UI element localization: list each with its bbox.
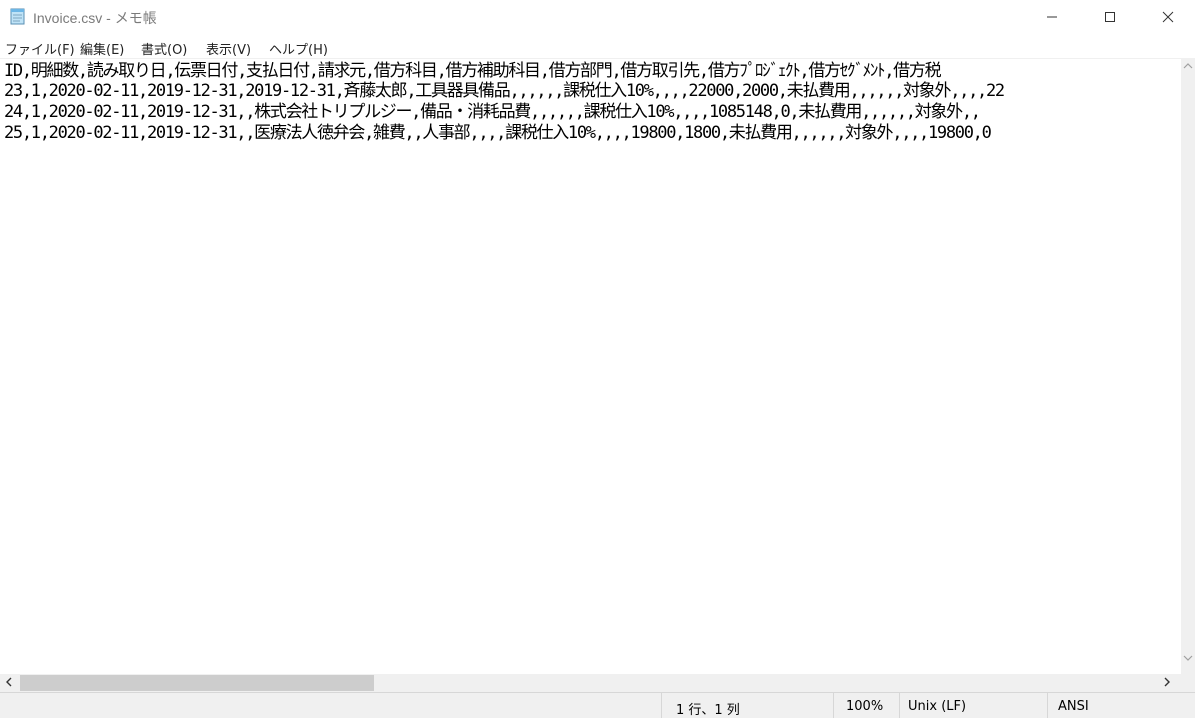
status-encoding: ANSI (1047, 693, 1195, 718)
vertical-scrollbar[interactable] (1181, 58, 1195, 674)
menu-help[interactable]: ヘルプ(H) (269, 39, 328, 58)
minimize-button[interactable] (1023, 0, 1081, 34)
horizontal-scrollbar[interactable] (0, 674, 1181, 692)
window-title: Invoice.csv - メモ帳 (33, 10, 157, 26)
status-bar: 1 行、1 列 100% Unix (LF) ANSI (0, 692, 1195, 718)
text-line-3[interactable]: 24,1,2020-02-11,2019-12-31,,株式会社トリプルジー,備… (4, 101, 981, 123)
status-zoom: 100% (833, 693, 900, 718)
status-position-text: 1 行、1 列 (676, 703, 740, 718)
status-encoding-text: ANSI (1058, 699, 1089, 714)
scroll-left-icon[interactable] (4, 675, 14, 693)
menu-format[interactable]: 書式(O) (141, 39, 187, 58)
close-icon (1162, 11, 1174, 23)
scrollbar-corner (1181, 674, 1195, 692)
text-editor[interactable]: ID,明細数,読み取り日,伝票日付,支払日付,請求元,借方科目,借方補助科目,借… (0, 58, 1181, 675)
title-bar: Invoice.csv - メモ帳 (0, 0, 1195, 34)
text-line-2[interactable]: 23,1,2020-02-11,2019-12-31,2019-12-31,斉藤… (4, 80, 1005, 102)
status-position: 1 行、1 列 (661, 693, 834, 718)
menu-file[interactable]: ファイル(F) (5, 39, 75, 58)
status-line-ending-text: Unix (LF) (908, 699, 967, 714)
notepad-icon (9, 7, 27, 25)
maximize-button[interactable] (1081, 0, 1139, 34)
menu-edit[interactable]: 編集(E) (80, 39, 124, 58)
scroll-up-icon[interactable] (1183, 62, 1193, 73)
status-zoom-text: 100% (846, 699, 884, 714)
maximize-icon (1105, 12, 1115, 22)
close-button[interactable] (1139, 0, 1195, 34)
horizontal-scroll-thumb[interactable] (20, 675, 374, 691)
menu-view[interactable]: 表示(V) (206, 39, 251, 58)
scroll-right-icon[interactable] (1162, 675, 1172, 693)
menu-bar: ファイル(F) 編集(E) 書式(O) 表示(V) ヘルプ(H) (0, 34, 1195, 58)
scroll-down-icon[interactable] (1183, 654, 1193, 665)
status-line-ending: Unix (LF) (899, 693, 1048, 718)
text-line-1[interactable]: ID,明細数,読み取り日,伝票日付,支払日付,請求元,借方科目,借方補助科目,借… (4, 60, 942, 82)
minimize-icon (1047, 16, 1057, 18)
text-line-4[interactable]: 25,1,2020-02-11,2019-12-31,,医療法人徳弁会,雑費,,… (4, 122, 992, 144)
